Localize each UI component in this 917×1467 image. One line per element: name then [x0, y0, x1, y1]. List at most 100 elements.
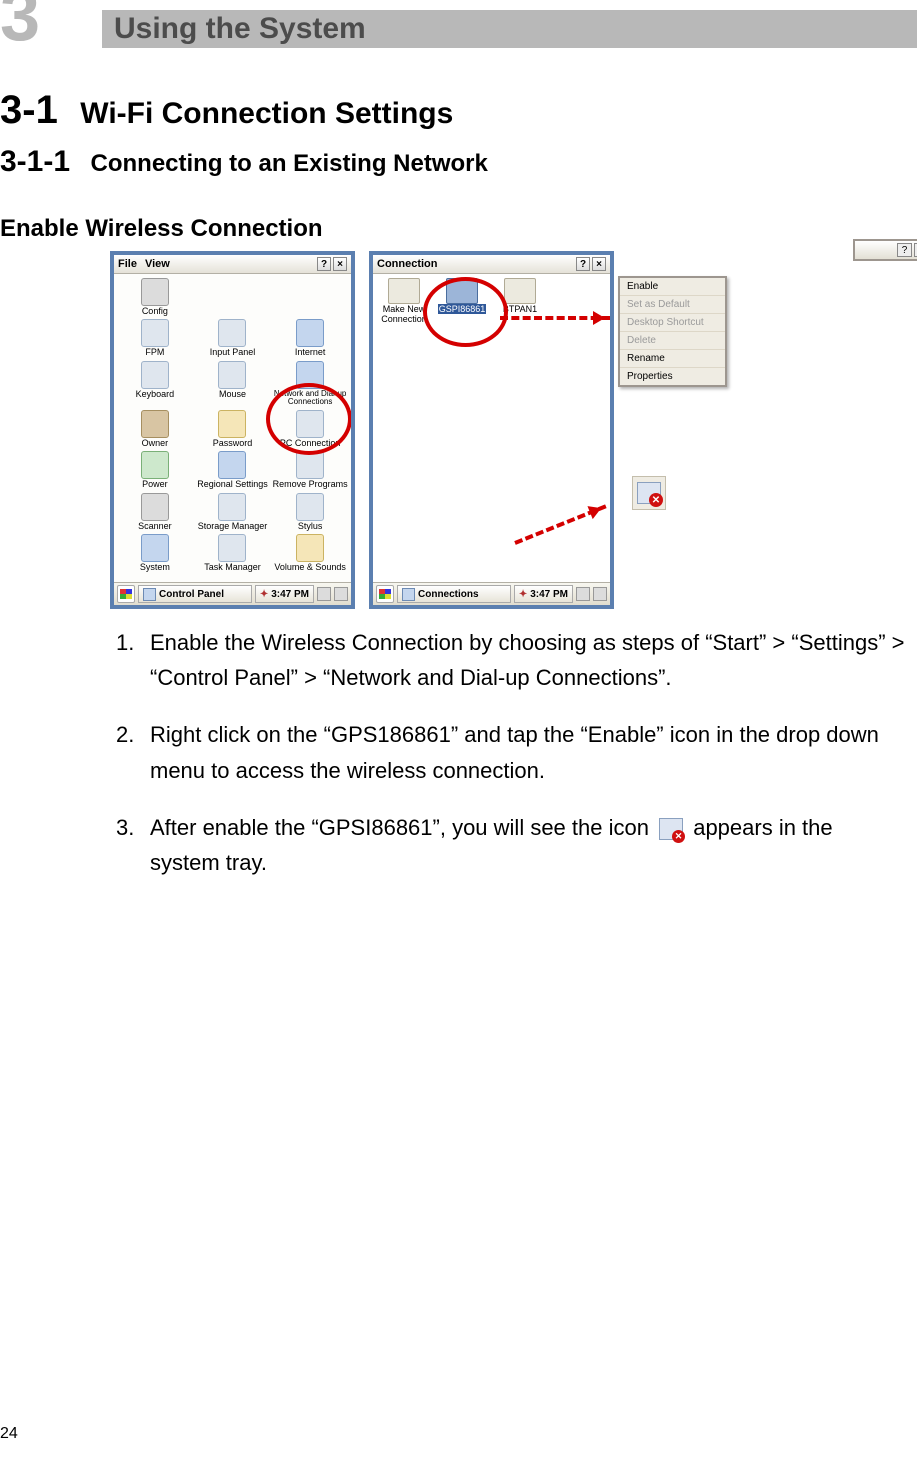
taskbar-app-button[interactable]: Connections — [397, 585, 511, 603]
list-text: Right click on the “GPS186861” and tap t… — [150, 717, 907, 787]
cp-item[interactable]: Keyboard — [116, 361, 194, 407]
make-new-connection[interactable]: Make New Connection — [377, 278, 431, 324]
regional-icon — [218, 451, 246, 479]
cp-item — [194, 278, 272, 316]
popup-titlebar: ? × — [853, 239, 917, 261]
chapter-header: 3 Using the System — [0, 0, 917, 48]
section-heading: 3-1 Wi-Fi Connection Settings — [0, 88, 917, 133]
cp-item-network[interactable]: Network and Dial-up Connections — [271, 361, 349, 407]
context-menu: Enable Set as Default Desktop Shortcut D… — [618, 276, 727, 387]
cp-item — [271, 278, 349, 316]
chapter-title: Using the System — [114, 12, 366, 46]
start-button[interactable] — [117, 585, 135, 603]
menu-rename[interactable]: Rename — [620, 350, 725, 368]
volume-icon — [296, 534, 324, 562]
owner-icon — [141, 410, 169, 438]
cp-item[interactable]: Task Manager — [194, 534, 272, 572]
cp-item[interactable]: System — [116, 534, 194, 572]
config-icon — [141, 278, 169, 306]
cp-item[interactable]: Remove Programs — [271, 451, 349, 489]
connections-icon — [402, 588, 415, 601]
chapter-title-bar: Using the System — [102, 10, 917, 48]
screenshot-row: File View ? × Config FPM Input Panel Int… — [110, 251, 917, 609]
callout-arrow — [500, 316, 610, 320]
screenshot-connections: Connection ? × Make New Connection GSPI8… — [369, 251, 614, 609]
menu-enable[interactable]: Enable — [620, 278, 725, 296]
remove-programs-icon — [296, 451, 324, 479]
cp-item[interactable]: Scanner — [116, 493, 194, 531]
instruction-list: 1. Enable the Wireless Connection by cho… — [0, 625, 917, 880]
cp-item[interactable]: Regional Settings — [194, 451, 272, 489]
menu-desktop-shortcut: Desktop Shortcut — [620, 314, 725, 332]
page-number: 24 — [0, 1425, 18, 1443]
btpan-icon — [504, 278, 536, 304]
subsection-title: Connecting to an Existing Network — [91, 150, 488, 177]
input-panel-icon — [218, 319, 246, 347]
connections-body: Make New Connection GSPI86861 BTPAN1 — [373, 274, 610, 582]
cp-item[interactable]: Owner — [116, 410, 194, 448]
tray-icon-enlarged — [632, 476, 666, 510]
menu-set-default: Set as Default — [620, 296, 725, 314]
tray-icon[interactable] — [576, 587, 590, 601]
tray-icon[interactable] — [317, 587, 331, 601]
pc-connection-icon — [296, 410, 324, 438]
taskbar-clock[interactable]: ✦3:47 PM — [255, 585, 314, 603]
power-icon — [141, 451, 169, 479]
mouse-icon — [218, 361, 246, 389]
task-manager-icon — [218, 534, 246, 562]
wifi-adapter-icon — [446, 278, 478, 304]
windows-flag-icon — [379, 589, 391, 599]
cp-item[interactable]: Internet — [271, 319, 349, 357]
internet-icon — [296, 319, 324, 347]
taskbar-clock[interactable]: ✦3:47 PM — [514, 585, 573, 603]
gspi86861-connection[interactable]: GSPI86861 — [435, 278, 489, 324]
list-number: 1. — [116, 625, 150, 695]
list-text: Enable the Wireless Connection by choosi… — [150, 625, 907, 695]
tray-icon[interactable] — [593, 587, 607, 601]
network-disabled-icon — [659, 818, 683, 840]
control-panel-icon — [143, 588, 156, 601]
cp-item[interactable]: Mouse — [194, 361, 272, 407]
section-title: Wi-Fi Connection Settings — [80, 97, 453, 130]
cp-item[interactable]: PC Connection — [271, 410, 349, 448]
control-panel-grid: Config FPM Input Panel Internet Keyboard… — [114, 274, 351, 576]
menu-properties[interactable]: Properties — [620, 368, 725, 385]
menu-view[interactable]: View — [145, 258, 170, 270]
titlebar: File View ? × — [114, 255, 351, 274]
stylus-icon — [296, 493, 324, 521]
cp-item[interactable]: Password — [194, 410, 272, 448]
list-text: After enable the “GPSI86861”, you will s… — [150, 810, 907, 880]
screenshot-control-panel: File View ? × Config FPM Input Panel Int… — [110, 251, 355, 609]
cp-item[interactable]: FPM — [116, 319, 194, 357]
subsection-number: 3-1-1 — [0, 145, 70, 178]
close-button[interactable]: × — [592, 257, 606, 271]
cp-item[interactable]: Stylus — [271, 493, 349, 531]
cp-item[interactable]: Storage Manager — [194, 493, 272, 531]
list-item: 1. Enable the Wireless Connection by cho… — [116, 625, 907, 695]
window-title: Connection — [377, 258, 438, 270]
list-item: 3. After enable the “GPSI86861”, you wil… — [116, 810, 907, 880]
menu-file[interactable]: File — [118, 258, 137, 270]
step-heading: Enable Wireless Connection — [0, 215, 917, 243]
cp-item[interactable]: Power — [116, 451, 194, 489]
taskbar: Control Panel ✦3:47 PM — [114, 582, 351, 605]
menu-delete: Delete — [620, 332, 725, 350]
help-button[interactable]: ? — [576, 257, 590, 271]
close-button[interactable]: × — [333, 257, 347, 271]
cp-item[interactable]: Volume & Sounds — [271, 534, 349, 572]
taskbar-app-button[interactable]: Control Panel — [138, 585, 252, 603]
help-button[interactable]: ? — [317, 257, 331, 271]
cp-item[interactable]: Input Panel — [194, 319, 272, 357]
password-icon — [218, 410, 246, 438]
tray-icon[interactable] — [334, 587, 348, 601]
list-number: 2. — [116, 717, 150, 787]
cp-item[interactable]: Config — [116, 278, 194, 316]
fpm-icon — [141, 319, 169, 347]
keyboard-icon — [141, 361, 169, 389]
list-item: 2. Right click on the “GPS186861” and ta… — [116, 717, 907, 787]
network-disabled-icon — [637, 482, 661, 504]
help-icon[interactable]: ? — [897, 243, 912, 257]
system-icon — [141, 534, 169, 562]
start-button[interactable] — [376, 585, 394, 603]
taskbar: Connections ✦3:47 PM — [373, 582, 610, 605]
